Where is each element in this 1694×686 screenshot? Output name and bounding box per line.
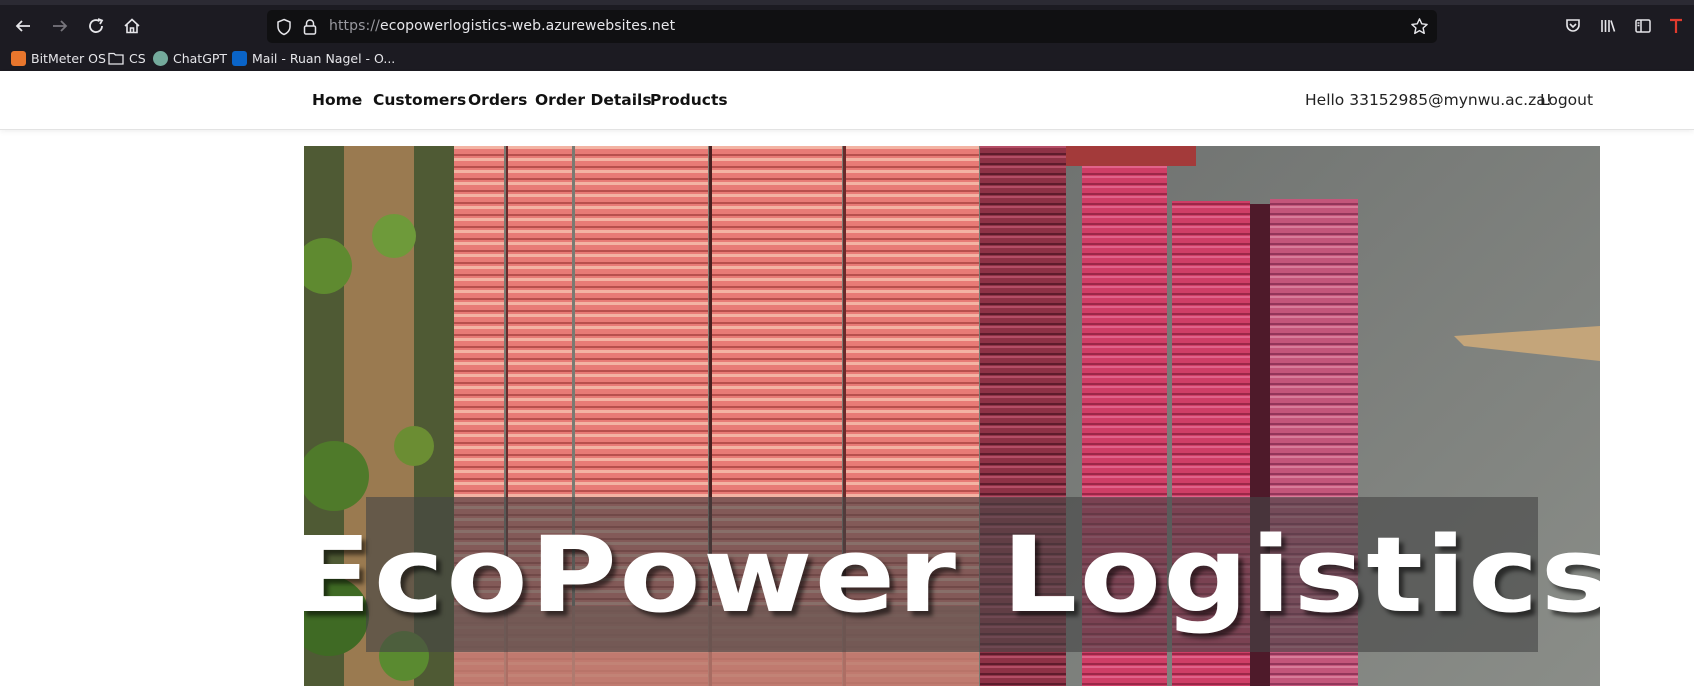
nav-order-details[interactable]: Order Details	[535, 91, 652, 109]
outlook-icon	[232, 50, 247, 66]
bitmeter-icon	[11, 50, 26, 66]
url-protocol: https://	[329, 18, 380, 34]
bookmark-folder-cs[interactable]: CS	[108, 48, 146, 68]
url-host: ecopowerlogistics-web.azurewebsites.net	[379, 18, 676, 34]
bookmark-label: Mail - Ruan Nagel - O...	[252, 50, 396, 66]
url-text[interactable]: https://ecopowerlogistics-web.azurewebsi…	[329, 18, 675, 34]
nav-orders[interactable]: Orders	[468, 91, 527, 109]
site-navbar: Home Customers Orders Order Details Prod…	[0, 71, 1694, 130]
user-greeting: Hello 33152985@mynwu.ac.za!	[1305, 91, 1552, 109]
bookmark-star-icon[interactable]	[1410, 17, 1429, 36]
folder-icon	[108, 52, 124, 65]
browser-toolbar: https://ecopowerlogistics-web.azurewebsi…	[0, 0, 1694, 44]
nav-products[interactable]: Products	[650, 91, 728, 109]
hero-title: EcoPower Logistics	[304, 513, 1600, 636]
logout-link[interactable]: Logout	[1540, 91, 1593, 109]
lock-icon[interactable]	[301, 18, 319, 36]
sidebar-icon[interactable]	[1631, 14, 1655, 38]
bookmark-chatgpt[interactable]: ChatGPT	[153, 48, 227, 68]
bookmark-label: CS	[129, 50, 146, 66]
extension-icon[interactable]	[1664, 14, 1688, 38]
pocket-icon[interactable]	[1561, 14, 1585, 38]
nav-customers[interactable]: Customers	[373, 91, 466, 109]
nav-home[interactable]: Home	[312, 91, 362, 109]
bookmark-mail[interactable]: Mail - Ruan Nagel - O...	[232, 48, 395, 68]
chatgpt-icon	[153, 50, 168, 66]
reload-icon[interactable]	[84, 14, 108, 38]
url-bar[interactable]: https://ecopowerlogistics-web.azurewebsi…	[267, 10, 1437, 43]
forward-icon[interactable]	[48, 14, 72, 38]
bookmark-bitmeter[interactable]: BitMeter OS	[11, 48, 106, 68]
hero-image: EcoPower Logistics	[304, 146, 1600, 686]
bookmarks-bar: BitMeter OS CS ChatGPT Mail - Ruan Nagel…	[0, 44, 1694, 71]
tracking-shield-icon[interactable]	[275, 18, 293, 36]
bookmark-label: BitMeter OS	[31, 50, 106, 66]
hero-banner: EcoPower Logistics	[304, 497, 1600, 652]
back-icon[interactable]	[11, 14, 35, 38]
bookmark-label: ChatGPT	[173, 50, 228, 66]
home-icon[interactable]	[120, 14, 144, 38]
library-icon[interactable]	[1596, 14, 1620, 38]
